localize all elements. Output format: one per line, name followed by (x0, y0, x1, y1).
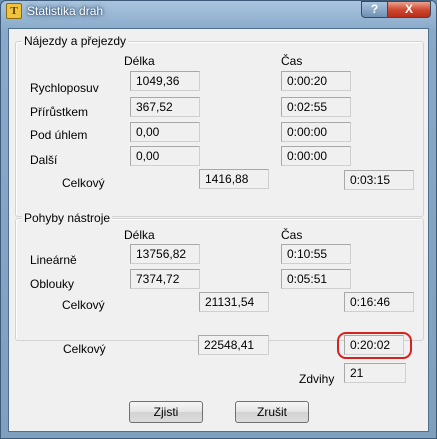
field-dalsi-delka: 0,00 (130, 146, 200, 166)
row-label-oblouky: Oblouky (30, 277, 75, 291)
field-total-pohyby-cas: 0:16:46 (344, 292, 414, 312)
header-delka: Délka (124, 54, 155, 68)
field-rychloposuv-cas: 0:00:20 (281, 71, 351, 91)
app-icon: T (6, 3, 22, 19)
row-label-pod-uhlem: Pod úhlem (30, 128, 88, 142)
field-prirustkem-delka: 367,52 (130, 97, 200, 117)
dialog-client: Nájezdy a přejezdy Délka Čas Rychloposuv… (8, 28, 429, 432)
field-linearne-cas: 0:10:55 (281, 244, 351, 264)
field-total-najezdy-cas: 0:03:15 (344, 170, 414, 190)
row-label-linearne: Lineárně (30, 253, 77, 267)
field-oblouky-delka: 7374,72 (130, 269, 200, 289)
zjisti-button[interactable]: Zjisti (129, 401, 203, 423)
title-bar[interactable]: T Statistika drah ? X (1, 1, 436, 21)
field-zdvihy: 21 (344, 363, 406, 383)
field-total-pohyby-delka: 21131,54 (199, 292, 269, 312)
field-oblouky-cas: 0:05:51 (281, 269, 351, 289)
field-overall-delka: 22548,41 (198, 335, 269, 355)
header-cas: Čas (281, 54, 303, 68)
row-label-dalsi: Další (30, 153, 58, 167)
field-dalsi-cas: 0:00:00 (281, 146, 351, 166)
help-button[interactable]: ? (361, 1, 388, 18)
total-label-najezdy: Celkový (62, 176, 105, 190)
zrusit-button[interactable]: Zrušit (235, 401, 309, 423)
close-button[interactable]: X (387, 1, 431, 18)
overall-total-label: Celkový (63, 342, 106, 356)
group-najezdy: Nájezdy a přejezdy Délka Čas Rychloposuv… (15, 34, 424, 217)
field-rychloposuv-delka: 1049,36 (130, 71, 200, 91)
zdvihy-label: Zdvihy (299, 372, 335, 386)
total-label-pohyby: Celkový (62, 298, 105, 312)
field-pod-uhlem-cas: 0:00:00 (281, 122, 351, 142)
field-prirustkem-cas: 0:02:55 (281, 97, 351, 117)
field-linearne-delka: 13756,82 (130, 244, 200, 264)
dialog-window: T Statistika drah ? X Nájezdy a přejezdy… (0, 0, 437, 439)
row-label-prirustkem: Přírůstkem (30, 105, 89, 119)
header-cas-2: Čas (281, 228, 303, 242)
group-pohyby: Pohyby nástroje Délka Čas Lineárně 13756… (15, 211, 424, 341)
field-overall-cas: 0:20:02 (344, 335, 404, 355)
field-total-najezdy-delka: 1416,88 (199, 169, 269, 189)
header-delka-2: Délka (124, 228, 155, 242)
field-pod-uhlem-delka: 0,00 (130, 122, 200, 142)
group-najezdy-title: Nájezdy a přejezdy (22, 34, 129, 49)
window-title: Statistika drah (27, 4, 104, 18)
row-label-rychloposuv: Rychloposuv (30, 81, 99, 95)
group-pohyby-title: Pohyby nástroje (22, 211, 113, 226)
